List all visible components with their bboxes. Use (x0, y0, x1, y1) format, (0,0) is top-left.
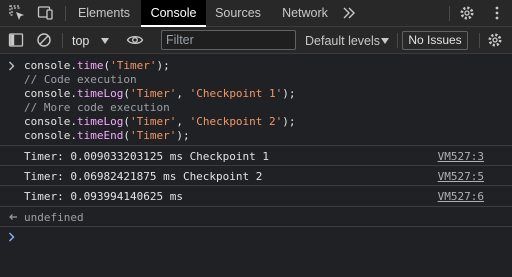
chevron-down-icon (381, 38, 389, 44)
code-line: console.time('Timer'); (24, 59, 170, 72)
issues-label: No Issues (408, 33, 462, 47)
code-line: console.timeLog('Timer', 'Checkpoint 2')… (24, 115, 296, 128)
more-options-icon[interactable] (488, 4, 506, 22)
result-arrow-icon (9, 214, 17, 220)
input-prompt-chevron-icon (9, 61, 15, 71)
settings-gear-icon[interactable] (458, 4, 476, 22)
log-message: Timer: 0.009033203125 ms Checkpoint 1 (24, 150, 270, 163)
log-levels-label: Default levels (305, 34, 381, 48)
console-log-row: Timer: 0.06982421875 ms Checkpoint 2 VM5… (0, 165, 512, 185)
context-label: top (72, 34, 90, 48)
clear-console-icon[interactable] (35, 31, 53, 49)
log-source-link[interactable]: VM527:6 (438, 190, 484, 203)
log-source-link[interactable]: VM527:5 (438, 170, 484, 183)
code-line: console.timeEnd('Timer'); (24, 129, 190, 142)
result-value: undefined (24, 211, 84, 224)
chevron-down-icon (101, 38, 109, 44)
console-toolbar: top Default levels No Issues (0, 27, 512, 54)
prompt-chevron-icon (9, 232, 15, 242)
log-levels-dropdown[interactable]: Default levels (305, 31, 380, 51)
console-result-row: undefined (0, 206, 512, 226)
log-source-link[interactable]: VM527:3 (438, 150, 484, 163)
tab-sources[interactable]: Sources (208, 0, 268, 27)
tab-console[interactable]: Console (141, 0, 206, 27)
context-selector[interactable]: top (72, 31, 89, 51)
log-message: Timer: 0.06982421875 ms Checkpoint 2 (24, 170, 263, 183)
console-settings-gear-icon[interactable] (486, 31, 504, 49)
device-toolbar-icon[interactable] (36, 4, 54, 22)
tab-elements[interactable]: Elements (70, 0, 138, 27)
more-tabs-icon[interactable] (340, 4, 358, 22)
code-comment-line: // More code execution (24, 101, 170, 114)
inspect-element-icon[interactable] (8, 4, 26, 22)
tab-network[interactable]: Network (274, 0, 336, 27)
sidebar-toggle-icon[interactable] (7, 31, 25, 49)
filter-input[interactable] (161, 30, 296, 50)
console-log-row: Timer: 0.093994140625 ms VM527:6 (0, 185, 512, 205)
code-line: console.timeLog('Timer', 'Checkpoint 1')… (24, 87, 296, 100)
live-expression-eye-icon[interactable] (126, 31, 144, 49)
issues-button[interactable]: No Issues (402, 31, 468, 50)
console-prompt-row[interactable] (0, 226, 512, 277)
devtools-tab-bar: Elements Console Sources Network (0, 0, 512, 27)
code-comment-line: // Code execution (24, 73, 137, 86)
log-message: Timer: 0.093994140625 ms (24, 190, 183, 203)
console-log-row: Timer: 0.009033203125 ms Checkpoint 1 VM… (0, 145, 512, 165)
